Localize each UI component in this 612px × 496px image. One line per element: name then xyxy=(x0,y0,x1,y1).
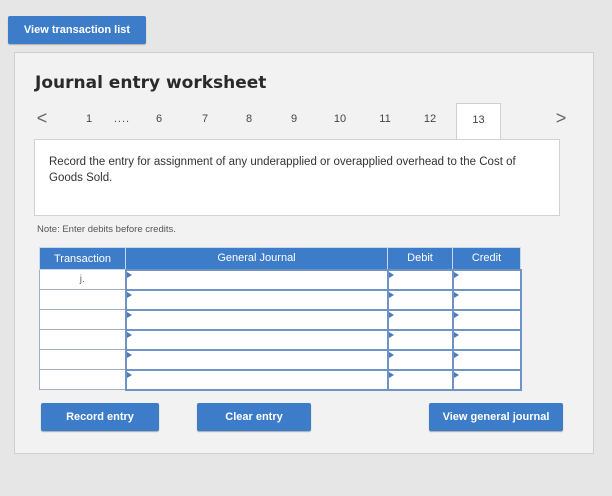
table-row xyxy=(39,348,522,371)
header-general-journal: General Journal xyxy=(125,247,388,270)
instruction-box: Record the entry for assignment of any u… xyxy=(34,139,560,216)
debit-input[interactable] xyxy=(386,328,454,351)
general-journal-input[interactable] xyxy=(124,308,389,331)
debit-input[interactable] xyxy=(386,308,454,331)
general-journal-input[interactable] xyxy=(124,288,389,311)
table-row xyxy=(39,308,522,331)
view-transaction-list-button[interactable]: View transaction list xyxy=(8,16,146,44)
transaction-cell xyxy=(39,369,126,390)
next-arrow-icon[interactable]: > xyxy=(553,103,569,139)
debit-input[interactable] xyxy=(386,268,454,291)
page-12[interactable]: 12 xyxy=(412,103,448,139)
page-8[interactable]: 8 xyxy=(233,103,265,139)
page-11[interactable]: 11 xyxy=(367,103,403,139)
general-journal-input[interactable] xyxy=(124,328,389,351)
record-entry-button[interactable]: Record entry xyxy=(41,403,159,431)
credit-input[interactable] xyxy=(451,348,522,371)
debit-input[interactable] xyxy=(386,348,454,371)
debit-credit-note: Note: Enter debits before credits. xyxy=(37,224,176,235)
header-debit: Debit xyxy=(387,247,453,270)
page-6[interactable]: 6 xyxy=(143,103,175,139)
transaction-cell xyxy=(39,349,126,370)
instruction-text: Record the entry for assignment of any u… xyxy=(49,156,516,184)
page-7[interactable]: 7 xyxy=(189,103,221,139)
page-1[interactable]: 1 xyxy=(75,103,103,139)
table-row xyxy=(39,328,522,351)
page-9[interactable]: 9 xyxy=(278,103,310,139)
header-credit: Credit xyxy=(452,247,521,270)
worksheet-pager: < 1 .... 6 7 8 9 10 11 12 13 > xyxy=(15,103,593,140)
general-journal-input[interactable] xyxy=(124,268,389,291)
credit-input[interactable] xyxy=(451,288,522,311)
journal-table: Transaction General Journal Debit Credit… xyxy=(39,247,522,391)
table-row xyxy=(39,368,522,391)
clear-entry-button[interactable]: Clear entry xyxy=(197,403,311,431)
transaction-cell xyxy=(39,289,126,310)
credit-input[interactable] xyxy=(451,368,522,391)
credit-input[interactable] xyxy=(451,268,522,291)
journal-entry-worksheet-panel: Journal entry worksheet < 1 .... 6 7 8 9… xyxy=(14,52,594,454)
general-journal-input[interactable] xyxy=(124,368,389,391)
page-10[interactable]: 10 xyxy=(322,103,358,139)
worksheet-title: Journal entry worksheet xyxy=(35,73,267,93)
debit-input[interactable] xyxy=(386,288,454,311)
header-transaction: Transaction xyxy=(39,247,126,270)
transaction-cell xyxy=(39,329,126,350)
view-general-journal-button[interactable]: View general journal xyxy=(429,403,563,431)
credit-input[interactable] xyxy=(451,308,522,331)
general-journal-input[interactable] xyxy=(124,348,389,371)
credit-input[interactable] xyxy=(451,328,522,351)
transaction-cell xyxy=(39,309,126,330)
table-row: j. xyxy=(39,268,522,291)
table-row xyxy=(39,288,522,311)
transaction-cell: j. xyxy=(39,269,126,290)
page-13-active-tab[interactable]: 13 xyxy=(456,103,501,140)
prev-arrow-icon[interactable]: < xyxy=(35,103,49,139)
debit-input[interactable] xyxy=(386,368,454,391)
page-ellipsis: .... xyxy=(113,113,131,125)
